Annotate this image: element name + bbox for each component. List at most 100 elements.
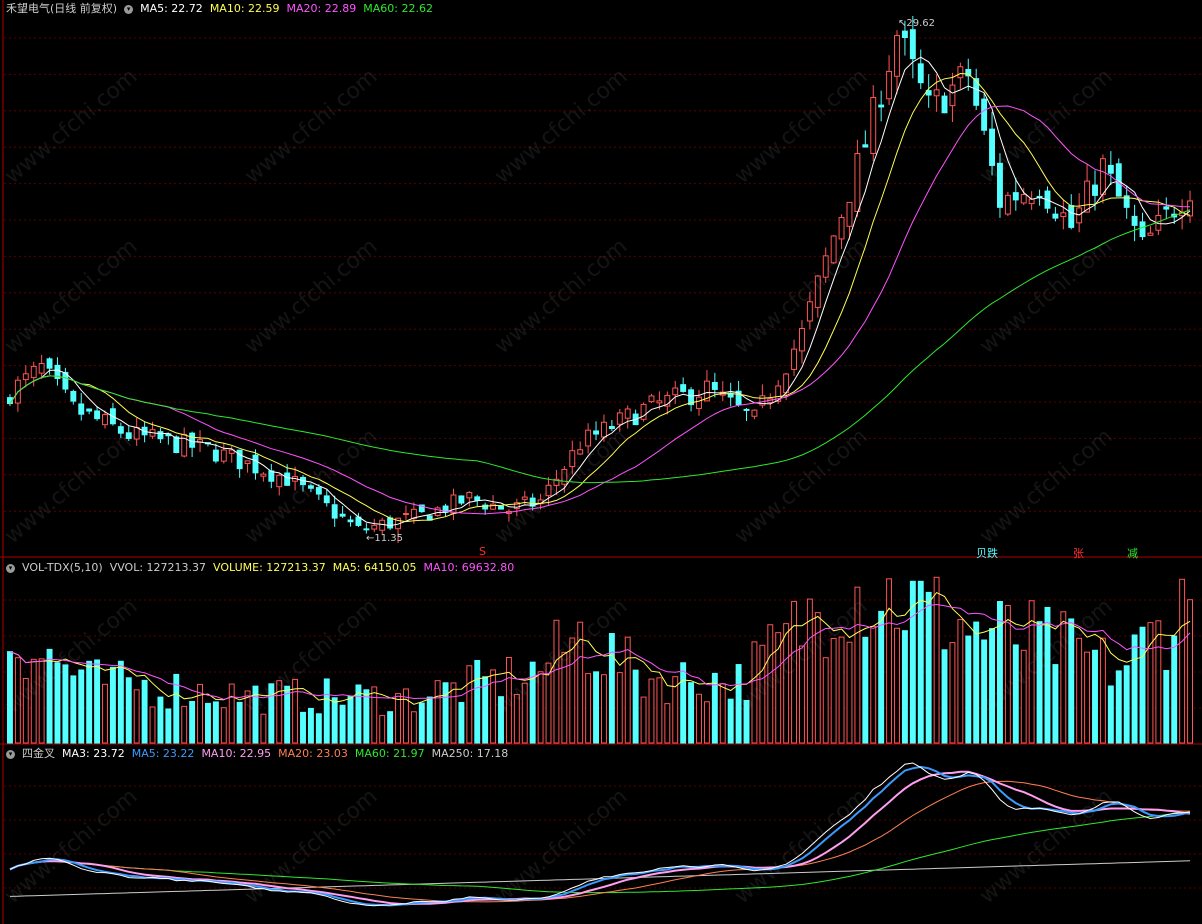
candle — [1107, 164, 1114, 174]
volume-bar — [846, 641, 853, 744]
volume-bar — [165, 708, 172, 744]
volume-bar — [78, 669, 85, 744]
volume-bar — [410, 711, 417, 744]
candle — [830, 235, 837, 264]
indicator-title[interactable]: 四金叉 — [22, 747, 55, 761]
volume-bar — [1115, 670, 1122, 744]
candle — [846, 201, 853, 227]
volume-bar — [632, 669, 639, 744]
volume-bar — [395, 693, 401, 744]
volume-bar — [1092, 649, 1098, 744]
candle — [181, 433, 188, 457]
volume-bar — [593, 671, 599, 744]
volume-bar — [1139, 626, 1146, 744]
candle — [498, 505, 504, 510]
volume-bar — [181, 705, 188, 744]
candle — [157, 431, 164, 440]
signal-s: S — [479, 545, 486, 558]
volume-bar — [521, 682, 528, 744]
candle — [624, 408, 631, 419]
candle — [989, 128, 995, 166]
candle — [901, 30, 908, 39]
candle — [323, 495, 330, 504]
volume-bar — [62, 664, 69, 744]
volume-bar — [973, 621, 980, 744]
volume-bar — [727, 698, 734, 744]
candle — [577, 449, 584, 455]
volume-bar — [157, 696, 164, 744]
volume-panel-header: ▾ VOL-TDX(5,10) VVOL: 127213.37 VOLUME: … — [6, 561, 514, 575]
candle — [1092, 184, 1098, 196]
volume-bar — [822, 657, 829, 744]
candle — [941, 95, 948, 114]
settings-dot-icon[interactable]: ▾ — [6, 749, 15, 759]
candle — [458, 495, 465, 504]
volume-bar — [228, 683, 235, 744]
volume-bar — [212, 701, 219, 744]
volume-bar — [783, 623, 790, 744]
volume-bar — [1084, 651, 1091, 744]
volume-bar — [1036, 621, 1043, 744]
candle — [909, 29, 916, 60]
candle — [616, 412, 623, 425]
candle — [648, 395, 655, 403]
volume-bar — [102, 683, 108, 744]
volume-bar — [205, 702, 211, 744]
candle — [886, 70, 893, 100]
volume-bar — [601, 674, 607, 744]
settings-dot-icon[interactable]: ▾ — [124, 4, 134, 14]
volume-bar — [434, 680, 441, 744]
volume-bar — [941, 649, 948, 744]
candle — [284, 472, 291, 486]
volume-bar — [284, 685, 291, 744]
settings-dot-icon[interactable]: ▾ — [6, 563, 15, 573]
candle — [1004, 194, 1011, 215]
candle — [466, 492, 473, 499]
stock-title[interactable]: 禾望电气(日线 前复权) — [6, 2, 117, 16]
volume-bar — [260, 713, 267, 744]
vol-ma5-label: MA5: 64150.05 — [332, 561, 417, 574]
volume-bar — [244, 690, 251, 744]
candle — [791, 348, 797, 370]
candle — [363, 528, 370, 531]
candle — [933, 89, 940, 97]
volume-bar — [109, 666, 116, 744]
volume-bar — [379, 714, 386, 744]
candle — [862, 144, 869, 148]
volume-bar — [886, 578, 893, 744]
volume-bar — [14, 657, 21, 744]
volume-bar — [1020, 649, 1027, 744]
volume-bar — [1012, 644, 1019, 744]
candle — [125, 432, 132, 439]
ind-ma20-line — [9, 780, 1190, 903]
indicator-panel-header: ▾ 四金叉 MA3: 23.72 MA5: 23.22 MA10: 22.95 … — [6, 747, 508, 761]
candle — [307, 485, 314, 489]
candle — [252, 454, 259, 474]
volume-bar — [696, 693, 702, 744]
volume-bar — [799, 645, 805, 744]
volume-bar — [387, 711, 394, 744]
price-ma60-label: MA60: 22.62 — [363, 2, 433, 15]
candle — [1139, 221, 1146, 238]
volume-bar — [117, 660, 124, 744]
volume-title[interactable]: VOL-TDX(5,10) — [22, 561, 103, 575]
candle — [260, 473, 267, 477]
candle — [854, 153, 861, 213]
candle — [1060, 212, 1067, 218]
volume-bar — [838, 636, 845, 744]
volume-bar — [363, 689, 370, 744]
candle — [601, 421, 607, 438]
ind-ma60-label: MA60: 21.97 — [354, 747, 425, 760]
volume-bar — [149, 706, 156, 744]
high-price-label: ↖29.62 — [898, 18, 936, 29]
candle — [86, 408, 93, 412]
candle — [94, 410, 101, 420]
candle — [22, 373, 29, 381]
ind-ma3-line — [9, 762, 1191, 907]
candle — [133, 426, 140, 440]
volume-bar — [830, 637, 837, 744]
candle — [949, 84, 956, 107]
candle — [806, 301, 813, 322]
candle — [1187, 200, 1193, 217]
volume-bar — [276, 680, 283, 744]
